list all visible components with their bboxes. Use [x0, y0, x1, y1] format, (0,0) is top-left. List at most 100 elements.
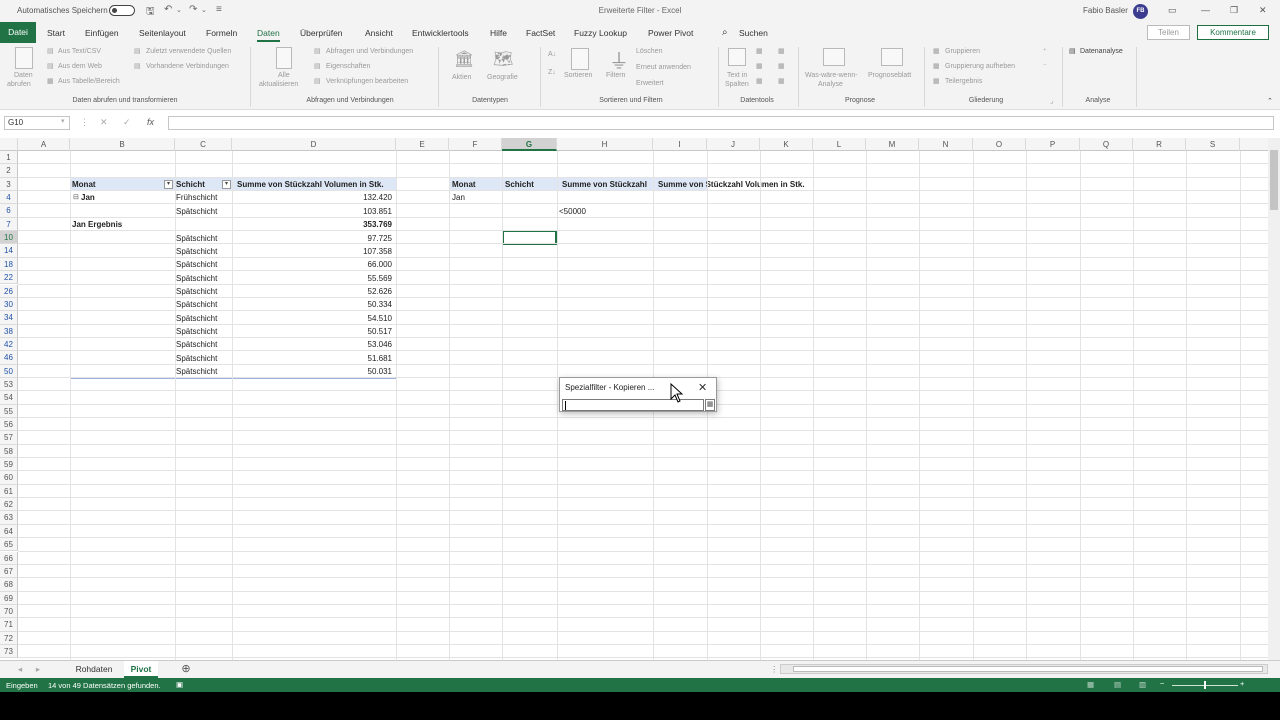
- get-data-label-1[interactable]: Daten: [14, 72, 33, 79]
- text-to-columns-1[interactable]: Text in: [727, 72, 747, 79]
- accessibility-icon[interactable]: ▣: [176, 680, 183, 689]
- row-header[interactable]: 10: [0, 231, 18, 245]
- prev-sheet-icon[interactable]: ◂: [14, 661, 26, 678]
- menu-page-layout[interactable]: Seitenlayout: [139, 28, 186, 38]
- data-analysis-button[interactable]: Datenanalyse: [1080, 48, 1123, 55]
- row-header[interactable]: 30: [0, 297, 18, 312]
- menu-data[interactable]: Daten: [257, 28, 280, 42]
- forecast-sheet[interactable]: Prognoseblatt: [868, 72, 911, 79]
- column-header-n[interactable]: N: [919, 138, 973, 151]
- menu-power-pivot[interactable]: Power Pivot: [648, 28, 693, 38]
- name-box-dropdown-icon[interactable]: ▾: [61, 117, 65, 125]
- normal-view-icon[interactable]: ▦: [1087, 680, 1094, 689]
- menu-review[interactable]: Überprüfen: [300, 28, 343, 38]
- column-header-a[interactable]: A: [18, 138, 70, 151]
- row-header[interactable]: 1: [0, 151, 18, 165]
- share-button[interactable]: Teilen: [1147, 25, 1190, 40]
- row-header[interactable]: 42: [0, 337, 18, 352]
- row-header[interactable]: 7: [0, 217, 18, 232]
- month-filter-dropdown-icon[interactable]: ▾: [164, 180, 173, 189]
- from-text-csv[interactable]: Aus Text/CSV: [58, 48, 101, 55]
- whatif-2[interactable]: Analyse: [818, 81, 843, 88]
- menu-search[interactable]: Suchen: [739, 28, 768, 38]
- reapply-filter[interactable]: Erneut anwenden: [636, 64, 691, 71]
- relationships-icon[interactable]: ▦: [778, 62, 785, 70]
- ungroup-button[interactable]: Gruppierung aufheben: [945, 63, 1015, 70]
- group-button[interactable]: Gruppieren: [945, 48, 980, 55]
- queries-connections[interactable]: Abfragen und Verbindungen: [326, 48, 413, 55]
- row-header[interactable]: 60: [0, 471, 18, 485]
- refresh-label-1[interactable]: Alle: [278, 72, 290, 79]
- collapse-ribbon-icon[interactable]: ⌃: [1267, 97, 1273, 105]
- row-header[interactable]: 38: [0, 324, 18, 338]
- subtotal-button[interactable]: Teilergebnis: [945, 78, 982, 85]
- row-header[interactable]: 53: [0, 377, 18, 392]
- row-header[interactable]: 34: [0, 311, 18, 325]
- from-table[interactable]: Aus Tabelle/Bereich: [58, 78, 120, 85]
- close-icon[interactable]: ✕: [698, 381, 707, 394]
- insert-function-icon[interactable]: fx: [147, 117, 154, 127]
- consolidate-icon[interactable]: ▦: [778, 47, 785, 55]
- row-header[interactable]: 54: [0, 391, 18, 405]
- row-header[interactable]: 68: [0, 578, 18, 592]
- existing-connections[interactable]: Vorhandene Verbindungen: [146, 63, 229, 70]
- zoom-in-icon[interactable]: +: [1240, 679, 1244, 688]
- text-to-columns-2[interactable]: Spalten: [725, 81, 749, 88]
- menu-start[interactable]: Start: [47, 28, 65, 38]
- column-header-q[interactable]: Q: [1080, 138, 1133, 151]
- row-header[interactable]: 55: [0, 404, 18, 418]
- cancel-icon[interactable]: ✕: [100, 117, 108, 128]
- column-header-g[interactable]: G: [502, 138, 557, 151]
- zoom-slider-thumb[interactable]: [1204, 681, 1206, 689]
- avatar[interactable]: FB: [1133, 4, 1148, 19]
- column-header-o[interactable]: O: [973, 138, 1026, 151]
- recent-sources[interactable]: Zuletzt verwendete Quellen: [146, 48, 231, 55]
- row-header[interactable]: 69: [0, 591, 18, 605]
- shift-filter-dropdown-icon[interactable]: ▾: [222, 180, 231, 189]
- refresh-label-2[interactable]: aktualisieren: [259, 81, 298, 88]
- page-break-view-icon[interactable]: ▥: [1139, 680, 1146, 689]
- column-header-m[interactable]: M: [866, 138, 919, 151]
- row-header[interactable]: 18: [0, 257, 18, 272]
- vertical-scrollbar[interactable]: [1268, 138, 1280, 660]
- undo-dropdown-icon[interactable]: ⌄: [176, 6, 182, 14]
- column-header-c[interactable]: C: [175, 138, 232, 151]
- expand-dialog-icon[interactable]: ▦: [705, 399, 715, 411]
- column-header-i[interactable]: I: [653, 138, 707, 151]
- menu-developer[interactable]: Entwicklertools: [412, 28, 469, 38]
- search-icon[interactable]: ⌕: [722, 27, 728, 38]
- row-header[interactable]: 3: [0, 177, 18, 192]
- sheet-tab-rohdaten[interactable]: Rohdaten: [66, 661, 122, 678]
- menu-help[interactable]: Hilfe: [490, 28, 507, 38]
- hide-detail-icon[interactable]: ⁻: [1043, 62, 1047, 70]
- add-sheet-icon[interactable]: ⊕: [178, 661, 194, 678]
- row-header[interactable]: 67: [0, 564, 18, 579]
- row-header[interactable]: 64: [0, 524, 18, 539]
- column-header-k[interactable]: K: [760, 138, 813, 151]
- column-header-h[interactable]: H: [557, 138, 653, 151]
- redo-icon[interactable]: ↷: [189, 4, 197, 15]
- menu-formulas[interactable]: Formeln: [206, 28, 237, 38]
- confirm-icon[interactable]: ✓: [123, 117, 131, 128]
- from-web[interactable]: Aus dem Web: [58, 63, 102, 70]
- row-header[interactable]: 65: [0, 538, 18, 552]
- remove-duplicates-icon[interactable]: ▦: [756, 62, 763, 70]
- autosave-toggle[interactable]: [109, 5, 135, 16]
- edit-links[interactable]: Verknüpfungen bearbeiten: [326, 78, 408, 85]
- row-header[interactable]: 26: [0, 284, 18, 298]
- stocks-button[interactable]: Aktien: [452, 74, 471, 81]
- row-header[interactable]: 14: [0, 244, 18, 258]
- row-header[interactable]: 2: [0, 164, 18, 178]
- next-sheet-icon[interactable]: ▸: [32, 661, 44, 678]
- row-header[interactable]: 22: [0, 271, 18, 285]
- menu-insert[interactable]: Einfügen: [85, 28, 119, 38]
- filter-button[interactable]: Filtern: [606, 72, 625, 79]
- row-header[interactable]: 58: [0, 444, 18, 459]
- sort-za-icon[interactable]: Z↓: [548, 69, 556, 76]
- row-header[interactable]: 6: [0, 204, 18, 218]
- sort-az-icon[interactable]: A↓: [548, 51, 556, 58]
- column-header-f[interactable]: F: [449, 138, 502, 151]
- horizontal-scrollbar[interactable]: [780, 664, 1268, 674]
- get-data-label-2[interactable]: abrufen: [7, 81, 31, 88]
- row-header[interactable]: 63: [0, 511, 18, 525]
